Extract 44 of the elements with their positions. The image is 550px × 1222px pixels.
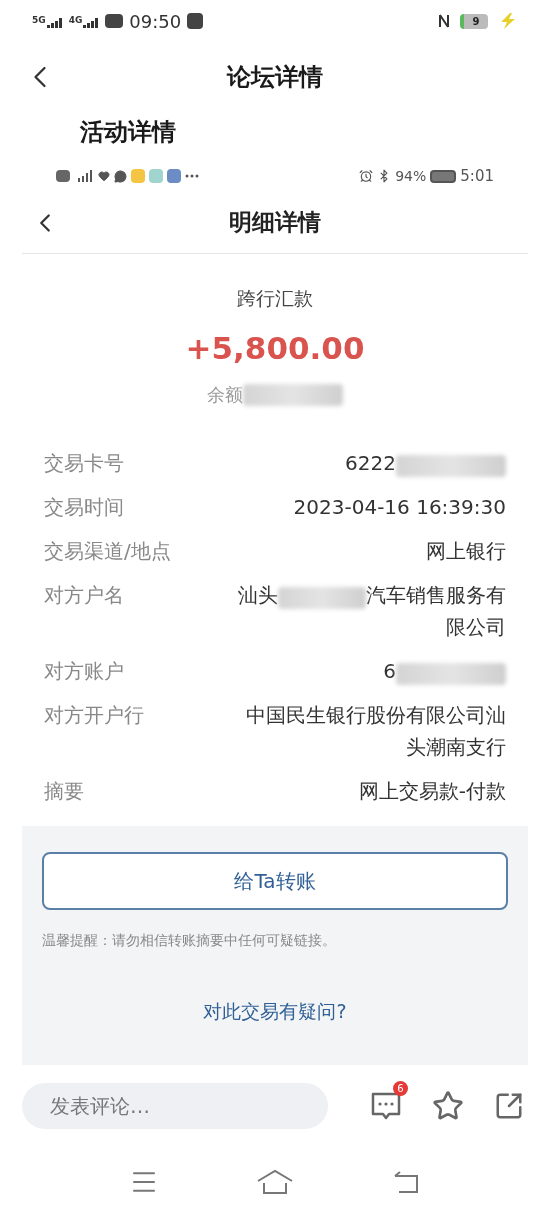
more-icon [185, 174, 199, 178]
detail-value: 网上银行 [426, 539, 506, 563]
status-time: 09:50 [129, 9, 182, 34]
warning-text: 温馨提醒：请勿相信转账摘要中任何可疑链接。 [42, 931, 337, 950]
nfc-icon [438, 13, 450, 29]
detail-label: 交易时间 [44, 494, 124, 521]
balance-label: 余额 [207, 383, 243, 407]
detail-label: 对方开户行 [44, 702, 144, 729]
signal-icon [46, 17, 63, 28]
status-time: 5:01 [460, 165, 494, 187]
battery-indicator: 9 [460, 13, 488, 29]
detail-label: 对方户名 [44, 582, 124, 609]
home-icon[interactable] [256, 1169, 294, 1195]
share-icon[interactable] [494, 1091, 524, 1121]
detail-value: 6222 [345, 451, 396, 475]
alarm-icon [359, 169, 374, 183]
detail-value: 中国民生银行股份有限公司汕头潮南支行 [246, 703, 506, 759]
battery-icon [430, 169, 457, 183]
star-icon[interactable] [432, 1090, 464, 1122]
comment-field[interactable]: 发表评论… [22, 1083, 328, 1129]
comment-count-badge: 6 [393, 1081, 408, 1096]
network-label: 5G [32, 14, 46, 28]
detail-value: 汕头 [238, 583, 278, 607]
signal-icon [83, 17, 100, 28]
heart-icon [98, 170, 110, 182]
transaction-type: 跨行汇款 [237, 286, 313, 311]
detail-label: 对方账户 [44, 658, 124, 685]
battery-percent: 94% [395, 166, 427, 186]
detail-value: 网上交易款-付款 [358, 779, 506, 803]
detail-value: 6 [383, 659, 396, 683]
detail-value: 2023-04-16 16:39:30 [293, 495, 506, 519]
transfer-button[interactable]: 给Ta转账 [42, 852, 508, 910]
page-title: 论坛详情 [227, 62, 323, 93]
detail-title: 明细详情 [229, 208, 321, 238]
network-label: 4G [68, 14, 83, 28]
comment-icon[interactable] [370, 1091, 402, 1121]
detail-label: 交易卡号 [44, 450, 124, 477]
detail-label: 交易渠道/地点 [44, 538, 171, 565]
detail-label: 摘要 [44, 778, 84, 805]
section-title: 活动详情 [80, 117, 176, 148]
detail-value: 汽车销售服务有限公司 [366, 583, 506, 639]
amount: +5,800.00 [185, 328, 365, 368]
chat-icon [114, 169, 127, 183]
question-link[interactable]: 对此交易有疑问? [203, 997, 347, 1026]
